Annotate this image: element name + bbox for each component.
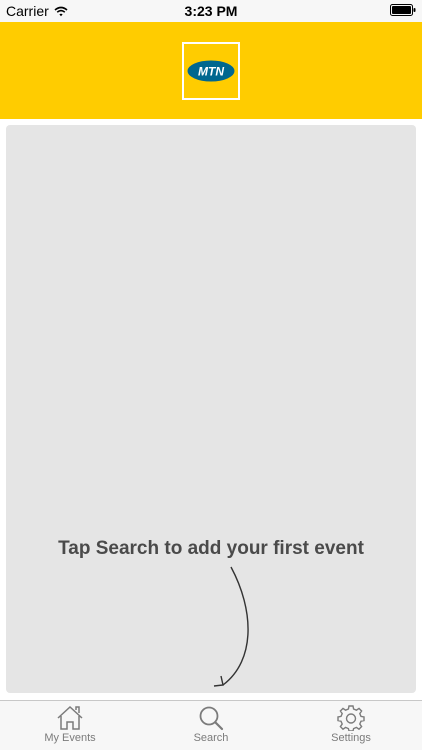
search-icon	[199, 706, 224, 731]
app-screen: Carrier 3:23 PM MTN Tap Search to add yo…	[0, 0, 422, 750]
mtn-logo-mark: MTN	[186, 59, 236, 83]
status-time: 3:23 PM	[184, 3, 238, 19]
tab-settings[interactable]: Settings	[306, 705, 396, 749]
empty-state-hint: Tap Search to add your first event	[58, 538, 364, 559]
tab-search-label: Search	[193, 732, 229, 744]
gear-icon	[337, 705, 365, 731]
events-empty-state: Tap Search to add your first event	[6, 125, 416, 693]
tab-my-events[interactable]: My Events	[25, 705, 115, 749]
home-icon	[57, 705, 83, 730]
status-bar: Carrier 3:23 PM	[0, 0, 422, 22]
tab-search[interactable]: Search	[166, 705, 256, 749]
tab-settings-label: Settings	[331, 732, 371, 744]
tab-bar: My Events Search Settings	[0, 700, 422, 750]
app-header: MTN	[0, 22, 422, 119]
curved-arrow-down-icon	[213, 566, 249, 687]
mtn-logo: MTN	[182, 42, 240, 100]
mtn-logo-text: MTN	[198, 65, 224, 79]
tab-my-events-label: My Events	[44, 732, 96, 744]
battery-icon	[390, 4, 416, 16]
